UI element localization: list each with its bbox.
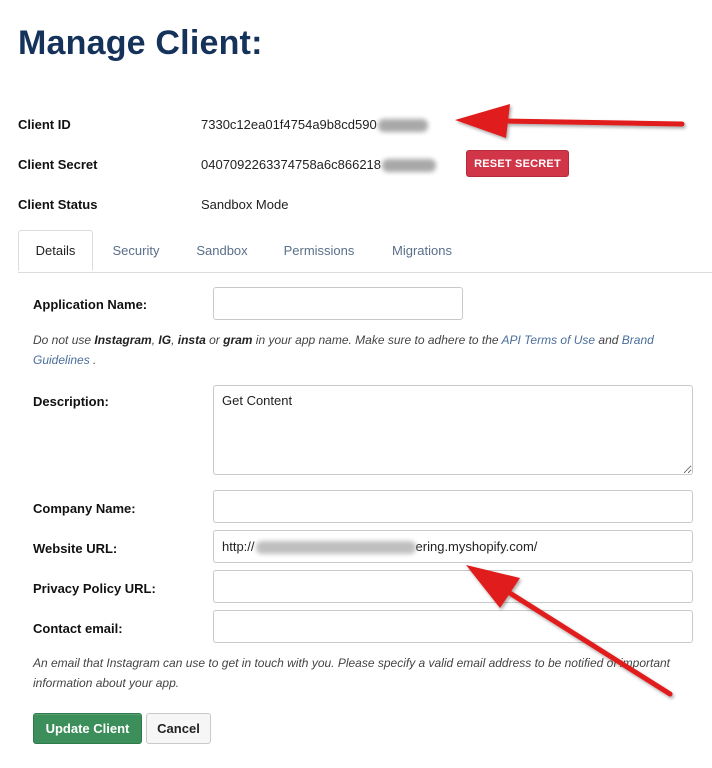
- tab-permissions[interactable]: Permissions: [276, 230, 362, 271]
- application-name-input[interactable]: [213, 287, 463, 320]
- page-title: Manage Client:: [18, 24, 263, 62]
- application-name-label: Application Name:: [33, 297, 148, 312]
- application-name-help: Do not use Instagram, IG, insta or gram …: [33, 330, 705, 370]
- client-status-label: Client Status: [18, 197, 98, 212]
- tab-security[interactable]: Security: [104, 230, 168, 271]
- redacted-blur: [255, 541, 416, 555]
- description-label: Description:: [33, 394, 109, 409]
- client-secret-text: 0407092263374758a6c866218: [201, 157, 382, 172]
- company-name-label: Company Name:: [33, 501, 136, 516]
- help-bold: gram: [223, 333, 253, 347]
- tab-migrations[interactable]: Migrations: [382, 230, 462, 271]
- company-name-input[interactable]: [213, 490, 693, 523]
- privacy-policy-url-label: Privacy Policy URL:: [33, 581, 156, 596]
- help-bold: IG: [158, 333, 172, 347]
- api-terms-link[interactable]: API Terms of Use: [502, 333, 596, 347]
- help-text: Do not use: [33, 333, 95, 347]
- help-text: in your app name. Make sure to adhere to…: [252, 333, 502, 347]
- contact-email-help: An email that Instagram can use to get i…: [33, 656, 671, 690]
- description-textarea[interactable]: Get Content: [213, 385, 693, 475]
- cancel-button[interactable]: Cancel: [146, 713, 211, 744]
- update-client-button[interactable]: Update Client: [33, 713, 142, 744]
- privacy-policy-url-input[interactable]: [213, 570, 693, 603]
- tab-sandbox[interactable]: Sandbox: [188, 230, 256, 271]
- website-url-prefix: http://: [222, 539, 255, 554]
- client-id-label: Client ID: [18, 117, 71, 132]
- reset-secret-button[interactable]: RESET SECRET: [466, 150, 569, 177]
- redacted-blur: [382, 159, 437, 173]
- help-text: or: [205, 333, 224, 347]
- website-url-label: Website URL:: [33, 541, 118, 556]
- redacted-blur: [377, 119, 428, 133]
- client-secret-label: Client Secret: [18, 157, 98, 172]
- tab-bar: Details Security Sandbox Permissions Mig…: [18, 230, 712, 273]
- client-id-text: 7330c12ea01f4754a9b8cd590: [201, 117, 377, 132]
- help-text: ,: [171, 333, 178, 347]
- client-secret-value: 0407092263374758a6c866218: [201, 157, 437, 173]
- contact-email-input[interactable]: [213, 610, 693, 643]
- contact-email-label: Contact email:: [33, 621, 123, 636]
- help-text: .: [89, 353, 97, 367]
- help-text: and: [595, 333, 622, 347]
- tab-details[interactable]: Details: [18, 230, 93, 271]
- website-url-suffix: ering.myshopify.com/: [415, 539, 538, 554]
- client-status-value: Sandbox Mode: [201, 197, 289, 212]
- help-bold: insta: [177, 333, 206, 347]
- website-url-input[interactable]: http:// ering.myshopify.com/: [213, 530, 693, 563]
- arrow-to-client-id: [455, 104, 685, 138]
- help-bold: Instagram: [94, 333, 152, 347]
- client-id-value: 7330c12ea01f4754a9b8cd590: [201, 117, 428, 133]
